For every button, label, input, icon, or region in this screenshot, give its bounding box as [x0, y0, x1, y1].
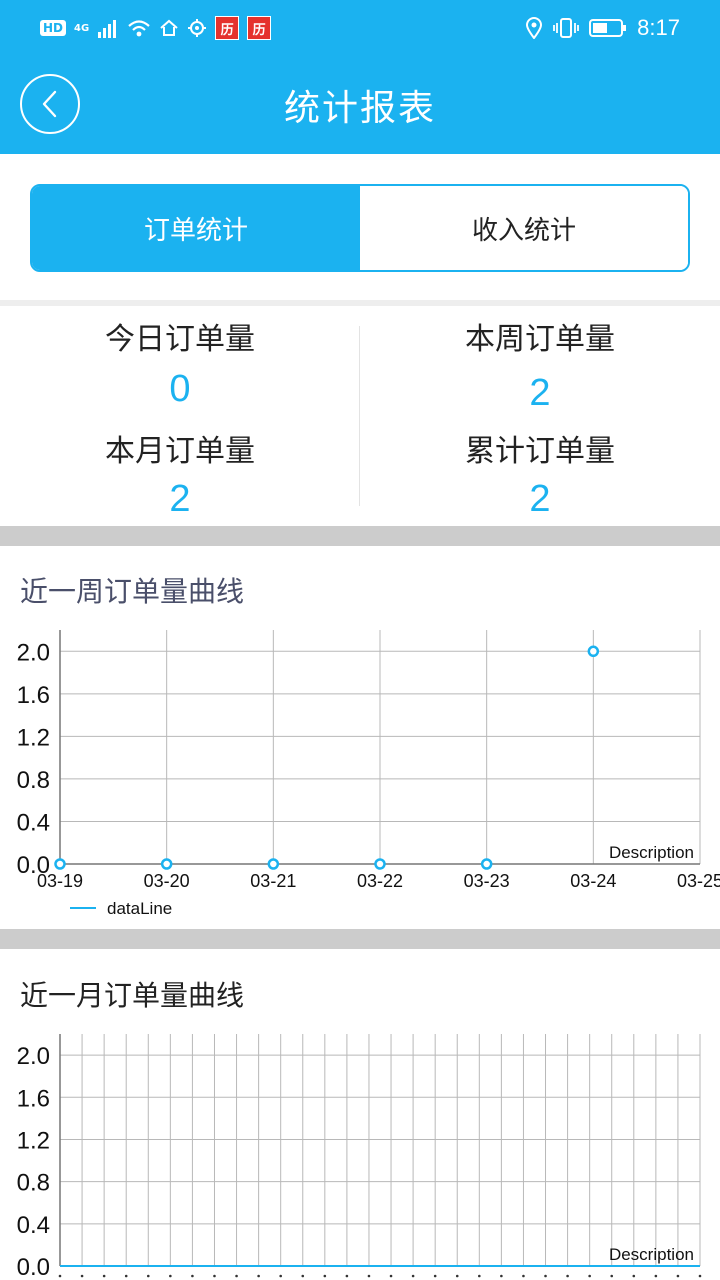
x-tick-mark: [102, 1274, 106, 1278]
network-4g-label: 4G: [74, 22, 90, 34]
today-orders-value: 0: [169, 368, 191, 410]
x-tick-mark: [124, 1274, 128, 1278]
total-orders-value: 2: [529, 478, 551, 520]
y-tick-label: 0.4: [17, 1212, 50, 1239]
app-notification-icon: 历: [247, 16, 272, 40]
order-stats-panel: 今日订单量 0 本周订单量 2 本月订单量 2 累计订单量 2: [0, 306, 720, 526]
month-orders-value: 2: [169, 478, 191, 520]
x-tick-mark: [566, 1274, 569, 1278]
back-chevron-icon: [42, 90, 57, 118]
y-tick-label: 1.2: [17, 1127, 50, 1154]
app-notification-icon: 历: [215, 16, 240, 40]
x-tick-label: 03-19: [37, 871, 83, 891]
data-point: [267, 858, 280, 870]
x-tick-label: 03-22: [357, 871, 403, 891]
x-tick-mark: [698, 1274, 702, 1278]
today-orders-label: 今日订单量: [105, 322, 255, 357]
x-tick-label: 03-25: [677, 871, 720, 891]
x-tick-mark: [411, 1274, 415, 1278]
location-target-icon: [188, 19, 207, 37]
x-tick-mark: [301, 1274, 305, 1278]
home-icon: [160, 19, 178, 36]
week-chart-title: 近一周订单量曲线: [20, 575, 245, 608]
x-tick-mark: [169, 1274, 172, 1278]
data-point: [374, 858, 386, 870]
back-button[interactable]: [20, 74, 80, 134]
y-tick-label: 0.8: [17, 767, 50, 794]
page-title: 统计报表: [283, 88, 436, 129]
location-pin-icon: [526, 17, 543, 39]
y-tick-label: 1.2: [17, 724, 50, 751]
x-tick-mark: [58, 1274, 62, 1278]
x-tick-mark: [455, 1274, 459, 1278]
x-tick-mark: [478, 1274, 481, 1278]
month-orders-label: 本月订单量: [105, 434, 255, 469]
x-tick-mark: [544, 1274, 547, 1278]
nav-bar: 统计报表: [0, 56, 720, 154]
tab-income-stats[interactable]: 收入统计: [360, 186, 688, 270]
stat-type-tabs: 订单统计 收入统计: [30, 184, 690, 272]
legend-label: dataLine: [107, 899, 172, 918]
week-order-chart: 0.00.40.81.21.62.0Description03-19 03-20 0…: [17, 630, 720, 918]
section-separator: [0, 929, 720, 949]
x-tick-mark: [367, 1274, 371, 1278]
hd-icon: HD: [40, 20, 67, 36]
week-orders-label: 本周订单量: [465, 322, 615, 357]
vibrate-icon: [553, 18, 580, 38]
x-tick-mark: [257, 1274, 260, 1278]
status-time: 8:17: [637, 15, 680, 40]
y-tick-label: 1.6: [17, 1085, 50, 1112]
x-tick-mark: [389, 1274, 393, 1278]
x-tick-mark: [279, 1274, 282, 1278]
x-tick-label: 03-24: [570, 871, 616, 891]
x-tick-mark: [588, 1274, 591, 1278]
tab-order-stats[interactable]: 订单统计: [32, 186, 360, 270]
x-tick-mark: [632, 1274, 636, 1278]
total-orders-label: 累计订单量: [465, 434, 615, 469]
y-tick-label: 0.0: [17, 1254, 50, 1280]
status-bar: HD 4G 历 历 8:17: [0, 0, 720, 56]
x-tick-mark: [191, 1274, 194, 1278]
x-tick-mark: [146, 1274, 150, 1278]
x-tick-mark: [522, 1274, 525, 1278]
x-tick-mark: [610, 1274, 614, 1278]
week-orders-value: 2: [529, 372, 551, 414]
y-tick-label: 2.0: [17, 1043, 50, 1070]
x-tick-mark: [235, 1274, 238, 1278]
month-order-chart: 0.0 0.4 0.8 1.2 1.6 2.0 Description: [17, 1034, 702, 1280]
x-tick-label: 03-21: [250, 871, 296, 891]
x-tick-mark: [676, 1274, 680, 1278]
x-tick-mark: [345, 1274, 349, 1278]
data-point: [587, 645, 600, 658]
x-tick-mark: [654, 1274, 658, 1278]
data-point: [54, 858, 66, 870]
chart-description: Description: [609, 843, 694, 862]
x-tick-mark: [213, 1274, 216, 1278]
x-tick-mark: [500, 1274, 503, 1278]
x-tick-mark: [323, 1274, 327, 1278]
y-tick-label: 0.4: [17, 809, 50, 836]
battery-icon: [589, 19, 627, 37]
wifi-icon: [128, 20, 150, 37]
x-tick-label: 03-20: [144, 871, 190, 891]
data-point: [480, 858, 493, 870]
chart-description: Description: [609, 1245, 694, 1264]
x-tick-mark: [433, 1274, 437, 1278]
month-chart-title: 近一月订单量曲线: [20, 979, 245, 1012]
section-separator: [0, 526, 720, 546]
signal-icon: [98, 20, 117, 38]
data-point: [160, 858, 173, 870]
y-tick-label: 2.0: [17, 639, 50, 666]
x-tick-mark: [80, 1274, 84, 1278]
y-tick-label: 0.8: [17, 1170, 50, 1197]
y-tick-label: 1.6: [17, 682, 50, 709]
x-tick-label: 03-23: [464, 871, 510, 891]
